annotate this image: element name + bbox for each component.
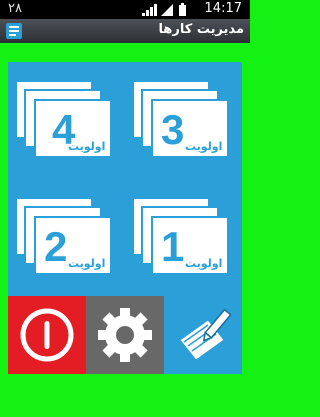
priority-label: اولویت (185, 140, 223, 153)
power-icon (20, 308, 74, 362)
edit-note-icon (179, 308, 232, 361)
priority-number: 3 (161, 106, 185, 153)
priority-number: 1 (161, 223, 185, 270)
priority-1-tile[interactable]: 1 اولویت (125, 179, 242, 296)
app-icon (6, 23, 22, 39)
card-front: 2 اولویت (36, 218, 110, 273)
exit-button[interactable] (8, 296, 86, 374)
gear-icon (98, 308, 152, 362)
app-title: مدیریت کارها (158, 22, 244, 37)
edit-button[interactable] (164, 296, 242, 374)
status-bar: ٢٨ 14:17 (0, 0, 250, 19)
card-front: 3 اولویت (153, 101, 227, 156)
signal-battery-icons (142, 3, 186, 16)
app-title-bar: مدیریت کارها (0, 19, 250, 43)
priority-label: اولویت (68, 140, 106, 153)
priority-4-tile[interactable]: 4 اولویت (8, 62, 125, 179)
settings-button[interactable] (86, 296, 164, 374)
priority-panel: 4 اولویت 3 اولویت 2 اولویت 1 اولویت (8, 62, 242, 296)
card-front: 4 اولویت (36, 101, 110, 156)
status-time: 14:17 (204, 1, 242, 16)
card-front: 1 اولویت (153, 218, 227, 273)
priority-label: اولویت (185, 257, 223, 270)
priority-2-tile[interactable]: 2 اولویت (8, 179, 125, 296)
priority-label: اولویت (68, 257, 106, 270)
status-notification-number: ٢٨ (8, 1, 22, 16)
priority-3-tile[interactable]: 3 اولویت (125, 62, 242, 179)
bottom-toolbar (8, 296, 242, 374)
priority-number: 2 (44, 223, 68, 270)
